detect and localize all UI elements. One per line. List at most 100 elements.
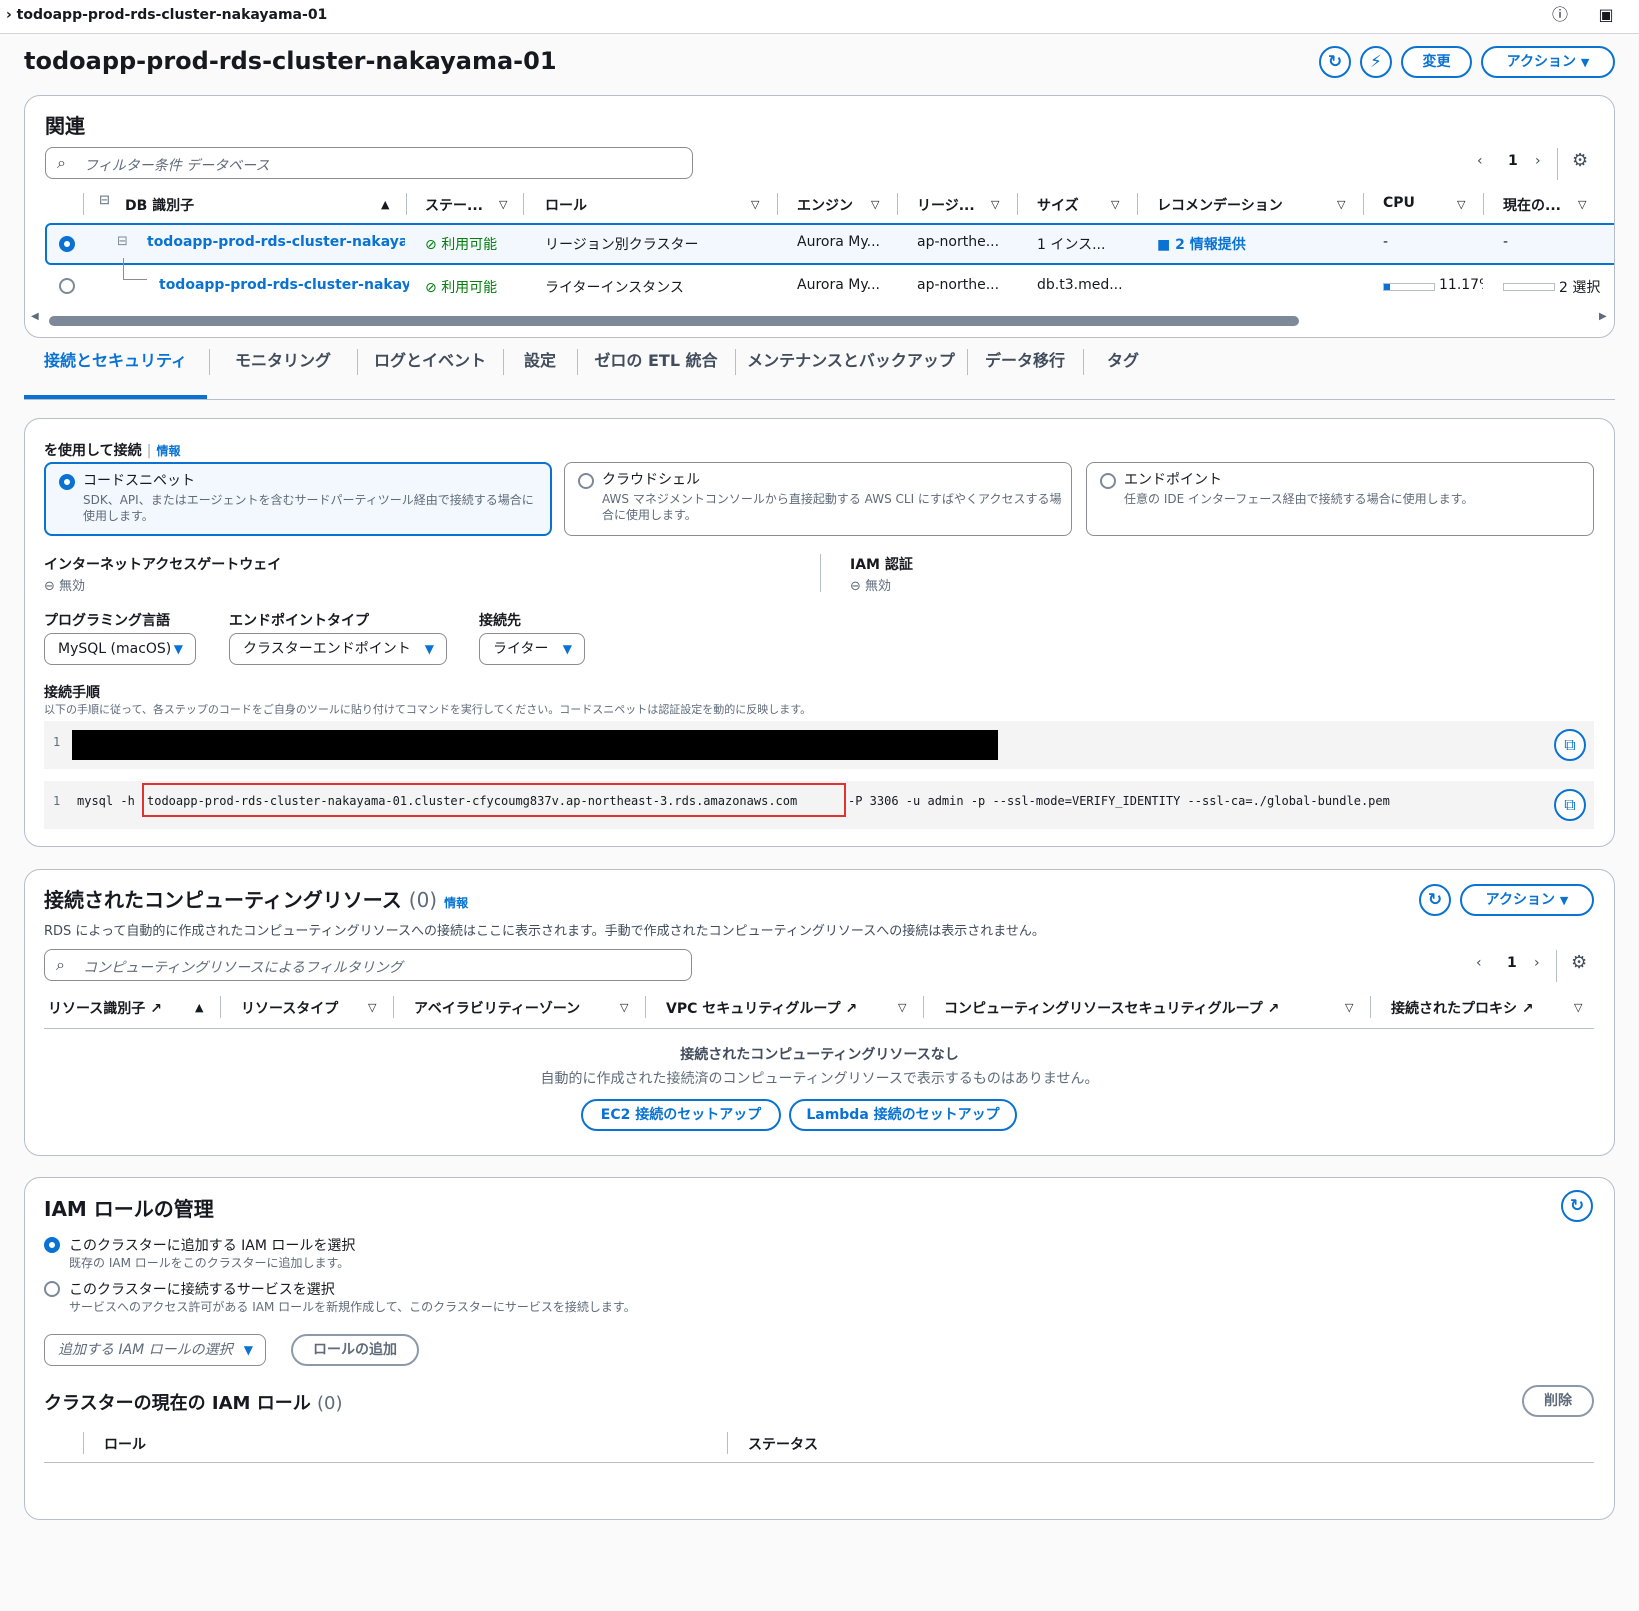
- info-circle-icon[interactable]: ⓘ: [1550, 5, 1570, 25]
- breadcrumb[interactable]: › todoapp-prod-rds-cluster-nakayama-01: [6, 7, 327, 23]
- scroll-right-icon[interactable]: ▶: [1599, 311, 1607, 322]
- add-role-button[interactable]: ロールの追加: [291, 1334, 419, 1366]
- line-number: 1: [53, 794, 61, 808]
- scroll-left-icon[interactable]: ◀: [31, 311, 39, 322]
- actions-dropdown[interactable]: アクション ▼: [1481, 46, 1615, 78]
- radio-add-role[interactable]: [44, 1237, 60, 1253]
- col-cpu[interactable]: CPU: [1383, 195, 1415, 211]
- prev-page-icon[interactable]: ‹: [1476, 955, 1482, 971]
- col-role[interactable]: ロール: [104, 1434, 146, 1454]
- modify-button[interactable]: 変更: [1401, 46, 1472, 78]
- col-status[interactable]: ステータス: [748, 1434, 818, 1454]
- tab-zero-etl[interactable]: ゼロの ETL 統合: [579, 345, 733, 399]
- col-vpc-sg[interactable]: VPC セキュリティグループ ↗: [666, 998, 857, 1018]
- db-instance-link[interactable]: todoapp-prod-rds-cluster-nakayama: [159, 277, 409, 293]
- sort-icon[interactable]: ▽: [991, 198, 999, 211]
- check-circle-icon: ⊘: [425, 280, 437, 296]
- collapse-all-icon[interactable]: ⊟: [99, 193, 110, 208]
- next-page-icon[interactable]: ›: [1534, 955, 1540, 971]
- gear-icon[interactable]: ⚙: [1572, 150, 1588, 171]
- divider: [727, 1432, 728, 1454]
- info-link[interactable]: 情報: [444, 896, 468, 910]
- sort-icon[interactable]: ▽: [871, 198, 879, 211]
- sort-asc-icon[interactable]: ▲: [381, 198, 389, 211]
- sort-icon[interactable]: ▽: [1345, 1001, 1353, 1014]
- col-availability-zone[interactable]: アベイラビリティーゾーン: [414, 998, 580, 1018]
- sort-icon[interactable]: ▽: [620, 1001, 628, 1014]
- ec2-setup-button[interactable]: EC2 接続のセットアップ: [581, 1099, 781, 1131]
- divider: |: [146, 443, 152, 459]
- compute-filter-input[interactable]: ⌕ コンピューティングリソースによるフィルタリング: [44, 949, 692, 981]
- lambda-setup-button[interactable]: Lambda 接続のセットアップ: [789, 1099, 1017, 1131]
- igw-label: インターネットアクセスゲートウェイ: [44, 557, 282, 573]
- row-radio-selected[interactable]: [59, 236, 75, 252]
- radio-code-snippet[interactable]: [59, 474, 75, 490]
- col-proxy[interactable]: 接続されたプロキシ ↗: [1391, 998, 1534, 1018]
- row-radio[interactable]: [59, 278, 75, 294]
- compute-actions-dropdown[interactable]: アクション ▼: [1460, 884, 1594, 916]
- tab-configuration[interactable]: 設定: [505, 345, 575, 399]
- sort-icon[interactable]: ▽: [898, 1001, 906, 1014]
- radio-endpoint[interactable]: [1100, 473, 1116, 489]
- tab-maintenance-backup[interactable]: メンテナンスとバックアップ: [737, 345, 965, 399]
- option-cloudshell[interactable]: クラウドシェル AWS マネジメントコンソールから直接起動する AWS CLI …: [564, 462, 1072, 536]
- col-resource-id[interactable]: リソース識別子 ↗: [48, 998, 162, 1018]
- recommendation-link[interactable]: ■ 2 情報提供: [1157, 234, 1246, 254]
- col-role[interactable]: ロール: [545, 195, 587, 215]
- target-select[interactable]: ライター ▼: [479, 633, 585, 665]
- option-endpoint[interactable]: エンドポイント 任意の IDE インターフェース経由で接続する場合に使用します。: [1086, 462, 1594, 536]
- db-identifier-link[interactable]: todoapp-prod-rds-cluster-nakayama-0: [147, 234, 405, 250]
- option1-title: このクラスターに追加する IAM ロールを選択: [69, 1238, 356, 1254]
- sort-icon[interactable]: ▽: [1574, 1001, 1582, 1014]
- sort-icon[interactable]: ▽: [499, 198, 507, 211]
- divider: [735, 349, 736, 375]
- col-engine[interactable]: エンジン: [797, 195, 853, 215]
- prev-page-icon[interactable]: ‹: [1477, 153, 1483, 169]
- col-status[interactable]: ステー...: [425, 195, 483, 215]
- sort-icon[interactable]: ▽: [751, 198, 759, 211]
- sort-icon[interactable]: ▽: [1111, 198, 1119, 211]
- divider: [1017, 193, 1018, 215]
- refresh-button[interactable]: ↻: [1419, 884, 1451, 916]
- sort-icon[interactable]: ▽: [1578, 198, 1586, 211]
- option-code-snippet[interactable]: コードスニペット SDK、API、またはエージェントを含むサードパーティツール経…: [44, 462, 552, 536]
- sort-icon[interactable]: ▽: [1457, 198, 1465, 211]
- col-size[interactable]: サイズ: [1037, 195, 1079, 215]
- sort-asc-icon[interactable]: ▲: [195, 1001, 203, 1014]
- option2-desc: サービスへのアクセス許可がある IAM ロールを新規作成して、このクラスターにサ…: [69, 1300, 636, 1314]
- refresh-button[interactable]: ↻: [1319, 46, 1351, 78]
- collapse-row-icon[interactable]: ⊟: [117, 234, 128, 249]
- tab-data-migration[interactable]: データ移行: [969, 345, 1081, 399]
- copy-button[interactable]: ⧉: [1554, 789, 1586, 821]
- delete-button[interactable]: 削除: [1522, 1385, 1594, 1417]
- gear-icon[interactable]: ⚙: [1571, 952, 1587, 973]
- copy-button[interactable]: ⧉: [1554, 729, 1586, 761]
- language-select[interactable]: MySQL (macOS) ▼: [44, 633, 196, 665]
- col-resource-type[interactable]: リソースタイプ: [241, 998, 338, 1018]
- col-db-identifier[interactable]: DB 識別子: [125, 195, 194, 215]
- tab-tags[interactable]: タグ: [1085, 345, 1161, 399]
- iam-role-select[interactable]: 追加する IAM ロールの選択 ▼: [44, 1334, 266, 1366]
- col-region[interactable]: リージ...: [917, 195, 975, 215]
- next-page-icon[interactable]: ›: [1535, 153, 1541, 169]
- related-filter-input[interactable]: ⌕ フィルター条件 データベース: [45, 147, 693, 179]
- tab-connectivity[interactable]: 接続とセキュリティ: [24, 345, 207, 399]
- endpoint-type-select[interactable]: クラスターエンドポイント ▼: [229, 633, 447, 665]
- refresh-button[interactable]: ↻: [1561, 1190, 1593, 1222]
- sort-icon[interactable]: ▽: [368, 1001, 376, 1014]
- col-current[interactable]: 現在の...: [1503, 195, 1561, 215]
- sort-icon[interactable]: ▽: [1337, 198, 1345, 211]
- radio-cloudshell[interactable]: [578, 473, 594, 489]
- horizontal-scrollbar[interactable]: [49, 316, 1299, 326]
- col-recommendation[interactable]: レコメンデーション: [1157, 195, 1283, 215]
- page-number[interactable]: 1: [1508, 153, 1518, 169]
- radio-connect-service[interactable]: [44, 1281, 60, 1297]
- info-link[interactable]: 情報: [156, 444, 180, 458]
- col-compute-sg[interactable]: コンピューティングリソースセキュリティグループ ↗: [944, 998, 1279, 1018]
- quick-action-button[interactable]: ⚡: [1360, 46, 1392, 78]
- feedback-icon[interactable]: ▣: [1596, 5, 1616, 25]
- page-number[interactable]: 1: [1507, 955, 1517, 971]
- filter-placeholder: コンピューティングリソースによるフィルタリング: [83, 960, 403, 976]
- tab-logs-events[interactable]: ログとイベント: [359, 345, 501, 399]
- tab-monitoring[interactable]: モニタリング: [211, 345, 355, 399]
